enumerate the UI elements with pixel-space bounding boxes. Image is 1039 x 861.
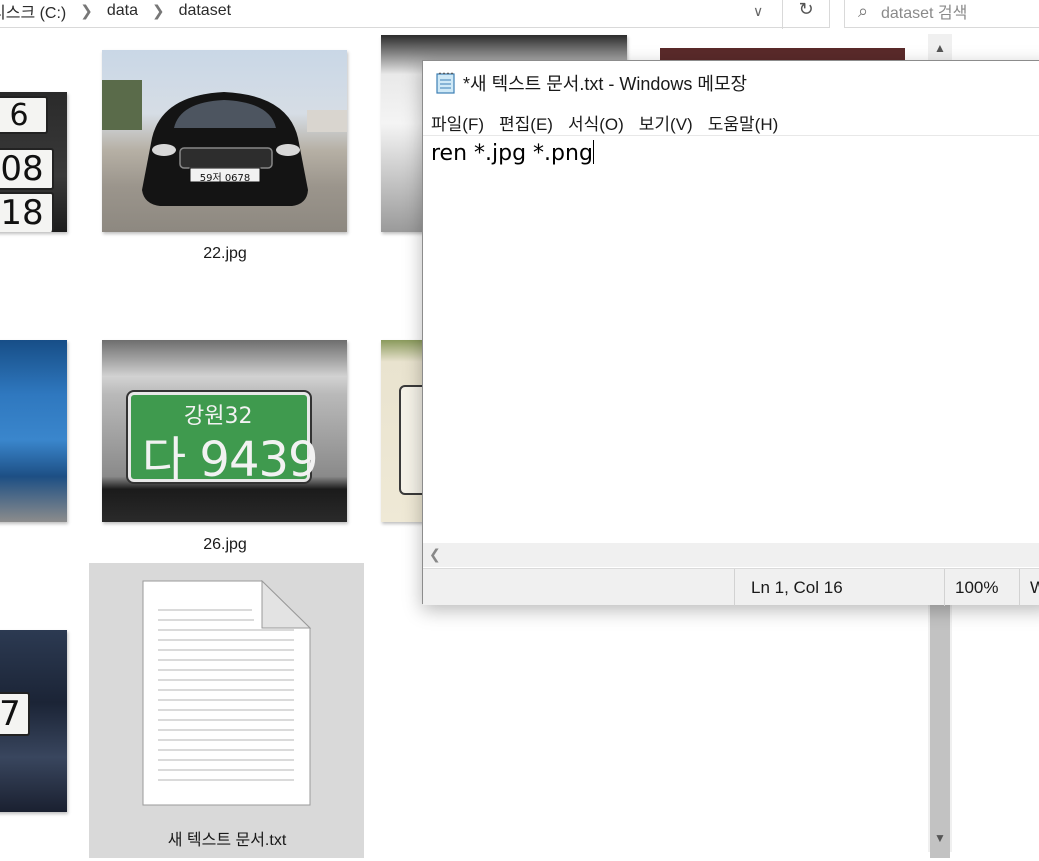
notepad-text-area[interactable]: ren *.jpg *.png: [423, 135, 1039, 545]
search-icon: ⌕: [857, 0, 869, 21]
menu-format[interactable]: 서식(O): [568, 110, 624, 135]
plate-left-top-text: 6: [9, 97, 29, 133]
status-zoom-text: 100%: [955, 577, 999, 597]
thumbnail-22-jpg[interactable]: 59저 0678: [102, 50, 347, 232]
notepad-titlebar[interactable]: *새 텍스트 문서.txt - Windows 메모장: [423, 61, 1039, 105]
plate-left-bot-text: 18: [0, 193, 44, 232]
plate-left-top: 6: [0, 96, 48, 134]
menu-edit[interactable]: 편집(E): [499, 110, 553, 135]
breadcrumb-dataset[interactable]: dataset: [179, 2, 231, 20]
plate-left-mid-text: 08: [0, 149, 44, 189]
plate-left-bot: 18: [0, 192, 54, 232]
text-file-icon[interactable]: [142, 580, 312, 808]
notepad-statusbar: Ln 1, Col 16 100% W: [423, 568, 1039, 606]
breadcrumb-data[interactable]: data: [107, 2, 138, 20]
chevron-right-icon: ❯: [151, 3, 165, 20]
menu-file[interactable]: 파일(F): [431, 110, 484, 135]
notepad-horizontal-scrollbar[interactable]: ❮: [423, 543, 1039, 567]
scroll-left-icon[interactable]: ❮: [429, 546, 441, 563]
breadcrumb-drive[interactable]: 디스크 (C:): [0, 0, 66, 23]
file-name-22[interactable]: 22.jpg: [102, 245, 348, 263]
status-position: Ln 1, Col 16: [734, 569, 944, 606]
chevron-down-icon[interactable]: ∨: [753, 3, 773, 21]
text-caret: [592, 140, 594, 164]
explorer-scroll-thumb[interactable]: [930, 602, 950, 858]
green-plate-bottom-text: 다 9439: [142, 432, 319, 488]
status-line-ending: W: [1019, 569, 1039, 606]
refresh-icon[interactable]: ↻: [793, 0, 819, 23]
notepad-content[interactable]: ren *.jpg *.png: [431, 140, 594, 166]
plate-22-text: 59저 0678: [199, 173, 251, 184]
notepad-content-text: ren *.jpg *.png: [431, 141, 593, 166]
file-name-txt[interactable]: 새 텍스트 문서.txt: [104, 826, 350, 850]
thumbnail-left-2[interactable]: [0, 340, 67, 522]
address-divider: [782, 0, 783, 29]
status-zoom: 100%: [944, 569, 1019, 606]
plate-left-mid: 08: [0, 148, 54, 190]
address-bar[interactable]: 디스크 (C:) ❯ data ❯ dataset ∨ ↻: [0, 0, 830, 29]
menu-view[interactable]: 보기(V): [639, 110, 693, 135]
notepad-icon: [435, 72, 457, 94]
notepad-title: *새 텍스트 문서.txt - Windows 메모장: [463, 74, 748, 94]
search-placeholder: dataset 검색: [881, 5, 968, 22]
scroll-up-icon[interactable]: ▲: [928, 36, 952, 60]
menu-help[interactable]: 도움말(H): [708, 110, 779, 135]
plate-left-row3: 7: [0, 692, 30, 736]
status-line-ending-text: W: [1030, 577, 1039, 597]
search-box[interactable]: ⌕ dataset 검색: [844, 0, 1039, 28]
notepad-menubar: 파일(F) 편집(E) 서식(O) 보기(V) 도움말(H): [423, 107, 785, 137]
car-photo: [102, 80, 347, 206]
chevron-right-icon: ❯: [80, 3, 93, 20]
desktop-view: 디스크 (C:) ❯ data ❯ dataset ∨ ↻ ⌕ dataset …: [0, 0, 1039, 861]
status-position-text: Ln 1, Col 16: [751, 577, 843, 597]
plate-left-row3-text: 7: [0, 694, 21, 734]
scroll-down-icon[interactable]: ▼: [928, 826, 952, 850]
notepad-window[interactable]: *새 텍스트 문서.txt - Windows 메모장 파일(F) 편집(E) …: [422, 60, 1039, 606]
thumbnail-left-3[interactable]: 7: [0, 630, 67, 812]
thumbnail-left-1[interactable]: 6 08 18: [0, 92, 67, 232]
thumbnail-26-jpg[interactable]: 강원32 다 9439: [102, 340, 347, 522]
file-name-26[interactable]: 26.jpg: [102, 536, 348, 554]
